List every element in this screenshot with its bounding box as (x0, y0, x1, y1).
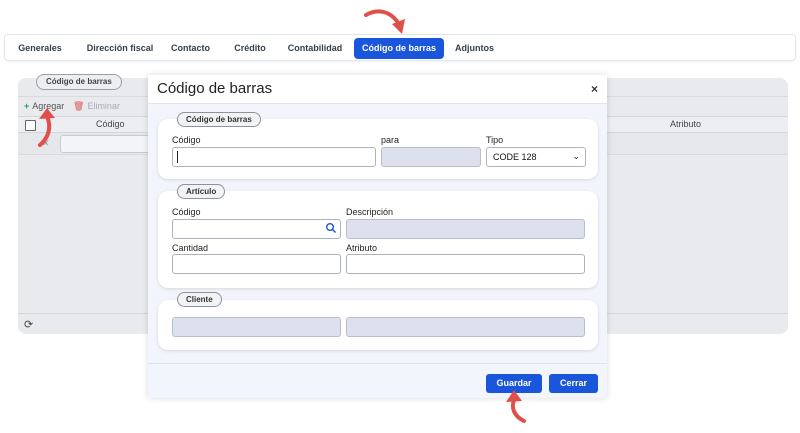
tab-credito[interactable]: Crédito (230, 38, 270, 59)
barcode-code-input[interactable] (172, 147, 376, 167)
refresh-icon[interactable]: ⟳ (24, 318, 33, 331)
article-section: Código Descripción Cantidad Atributo (158, 191, 598, 288)
atributo-input[interactable] (346, 254, 585, 274)
para-label: para (381, 135, 400, 145)
dialog-title: Código de barras (157, 80, 273, 97)
barcode-dialog: Código de barras × Código para Tipo CODE… (148, 75, 607, 398)
tipo-label: Tipo (486, 135, 504, 145)
para-field (381, 147, 481, 167)
article-code-label: Código (172, 207, 201, 217)
plus-icon: + (24, 101, 30, 111)
column-header-atributo[interactable]: Atributo (670, 119, 701, 129)
delete-button[interactable]: 🗑 Eliminar (73, 101, 120, 112)
tab-bar: Generales Dirección fiscal Contacto Créd… (4, 34, 796, 61)
tab-contacto[interactable]: Contacto (168, 38, 213, 59)
tipo-select[interactable]: CODE 128 ⌄ (486, 147, 586, 167)
text-caret (177, 151, 178, 163)
tab-adjuntos[interactable]: Adjuntos (452, 38, 497, 59)
article-code-input[interactable] (172, 219, 341, 239)
search-icon[interactable] (325, 222, 337, 234)
tab-generales[interactable]: Generales (15, 38, 65, 59)
annotation-arrow-tab (364, 9, 405, 34)
annotation-arrow-save (506, 390, 526, 423)
client-name-field (346, 317, 585, 337)
article-section-legend: Artículo (177, 184, 226, 199)
barcode-section-legend: Código de barras (177, 112, 261, 127)
client-section (158, 300, 598, 350)
tipo-select-value: CODE 128 (493, 152, 537, 162)
barcode-code-label: Código (172, 135, 201, 145)
cantidad-label: Cantidad (172, 243, 209, 253)
column-header-codigo[interactable]: Código (96, 119, 125, 129)
client-section-legend: Cliente (177, 292, 222, 307)
tab-direccion-fiscal[interactable]: Dirección fiscal (80, 38, 160, 59)
dialog-header: Código de barras × (148, 75, 607, 104)
dialog-footer: Guardar Cerrar (148, 363, 607, 398)
atributo-label: Atributo (346, 243, 378, 253)
close-button[interactable]: Cerrar (549, 374, 598, 393)
descripcion-field (346, 219, 585, 239)
barcode-section: Código para Tipo CODE 128 ⌄ (158, 119, 598, 179)
tab-contabilidad[interactable]: Contabilidad (285, 38, 345, 59)
grid-section-legend: Código de barras (36, 74, 122, 90)
delete-label: Eliminar (87, 101, 120, 111)
trash-icon: 🗑 (73, 101, 85, 111)
descripcion-label: Descripción (346, 207, 394, 217)
annotation-arrow-add (38, 108, 55, 147)
chevron-down-icon: ⌄ (572, 151, 580, 161)
cantidad-input[interactable] (172, 254, 341, 274)
close-icon[interactable]: × (591, 82, 598, 96)
tab-codigo-de-barras[interactable]: Código de barras (354, 38, 444, 59)
codigo-filter-input[interactable] (60, 135, 155, 153)
client-code-field (172, 317, 341, 337)
page: Generales Dirección fiscal Contacto Créd… (0, 0, 800, 433)
